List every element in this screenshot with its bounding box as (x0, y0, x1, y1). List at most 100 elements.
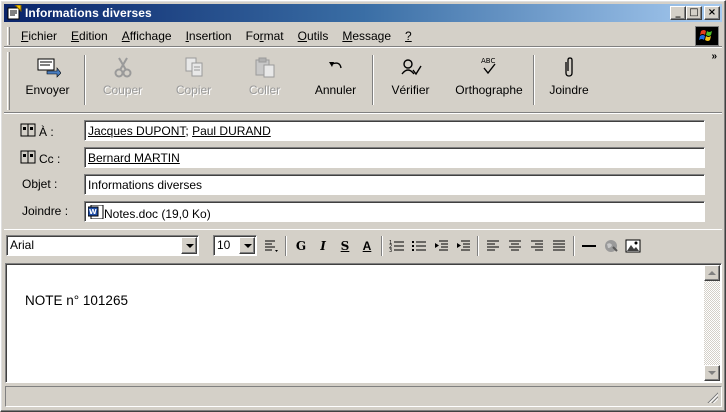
send-icon (37, 58, 61, 78)
cc-label[interactable]: Cc : (20, 150, 60, 167)
copy-label: Copier (175, 83, 212, 97)
justify-icon (553, 240, 565, 250)
send-button[interactable]: Envoyer (12, 49, 83, 109)
to-field[interactable]: Jacques DUPONT; Paul DURAND (84, 120, 705, 141)
underline-button[interactable]: S (334, 235, 356, 257)
cut-button[interactable]: Couper (87, 49, 158, 109)
menu-fichier[interactable]: Fichier (14, 27, 64, 45)
italic-button[interactable]: I (312, 235, 334, 257)
menu-help[interactable]: ? (398, 27, 419, 45)
increase-indent-button[interactable] (452, 235, 474, 257)
align-center-button[interactable] (504, 235, 526, 257)
spelling-label: Orthographe (455, 83, 523, 97)
menu-edition[interactable]: Edition (64, 27, 115, 45)
address-book-icon (20, 150, 36, 167)
size-value: 10 (217, 238, 231, 252)
menu-outils[interactable]: Outils (291, 27, 336, 45)
new-message-icon (6, 4, 22, 21)
menu-grip[interactable] (7, 26, 10, 45)
attach-label: Joindre (549, 83, 589, 97)
copy-button[interactable]: Copier (158, 49, 229, 109)
attach-button[interactable]: Joindre (536, 49, 602, 109)
align-center-icon (509, 240, 521, 250)
toolbar: Envoyer Couper Copier Coller Annuler Vér… (4, 49, 722, 113)
decrease-indent-button[interactable] (430, 235, 452, 257)
attach-row: Joindre : W Notes.doc (19,0 Ko) (4, 198, 722, 225)
recipient[interactable]: Paul DURAND (192, 124, 271, 138)
scroll-up-button[interactable] (704, 265, 720, 281)
compose-window: Informations diverses _ □ × Fichier Edit… (0, 0, 726, 412)
attach-field[interactable]: W Notes.doc (19,0 Ko) (84, 201, 705, 222)
menu-bar: Fichier Edition Affichage Insertion Form… (4, 25, 722, 47)
resize-grip-icon[interactable] (706, 391, 718, 403)
message-header: À : Jacques DUPONT; Paul DURAND Cc : Ber… (4, 117, 722, 225)
picture-icon (625, 239, 641, 252)
horizontal-line-button[interactable] (578, 235, 600, 257)
bulleted-list-icon (412, 240, 426, 251)
undo-button[interactable]: Annuler (300, 49, 371, 109)
scissors-icon (114, 57, 131, 78)
font-select[interactable]: Arial (6, 235, 199, 256)
bulleted-list-button[interactable] (408, 235, 430, 257)
justify-button[interactable] (548, 235, 570, 257)
scroll-down-button[interactable] (704, 365, 720, 381)
format-separator (477, 235, 479, 256)
menu-message[interactable]: Message (335, 27, 398, 45)
subject-label: Objet : (22, 177, 58, 191)
close-button[interactable]: × (704, 6, 720, 20)
globe-link-icon (605, 239, 618, 252)
message-body-editor[interactable]: NOTE n° 101265 (5, 263, 722, 383)
recipient[interactable]: Bernard MARTIN (88, 151, 180, 165)
attachment-name[interactable]: Notes.doc (19,0 Ko) (104, 207, 211, 221)
font-value: Arial (10, 238, 35, 252)
svg-text:W: W (89, 208, 97, 216)
cut-label: Couper (102, 83, 143, 97)
title-bar[interactable]: Informations diverses _ □ × (4, 4, 722, 22)
format-separator (285, 235, 287, 256)
align-right-icon (531, 240, 543, 250)
align-left-icon (487, 240, 499, 250)
window-title: Informations diverses (25, 6, 152, 20)
recipient[interactable]: Jacques DUPONT (88, 124, 185, 138)
font-color-button[interactable]: A (356, 235, 378, 257)
check-names-label: Vérifier (391, 83, 430, 97)
spelling-button[interactable]: ABC Orthographe (446, 49, 532, 109)
spelling-icon: ABC (481, 57, 496, 75)
cc-row: Cc : Bernard MARTIN (4, 144, 722, 171)
align-left-button[interactable] (482, 235, 504, 257)
cc-field[interactable]: Bernard MARTIN (84, 147, 705, 168)
subject-field[interactable]: Informations diverses (84, 174, 705, 195)
to-label[interactable]: À : (20, 123, 54, 140)
size-select[interactable]: 10 (213, 235, 257, 256)
font-dropdown-button[interactable] (181, 237, 197, 254)
decrease-indent-icon (435, 240, 448, 250)
paragraph-style-icon (265, 240, 278, 252)
status-bar (5, 386, 722, 407)
paste-button[interactable]: Coller (229, 49, 300, 109)
align-right-button[interactable] (526, 235, 548, 257)
formatting-toolbar: Arial 10 G I S A 1 2 3 (4, 229, 722, 261)
paragraph-style-button[interactable] (260, 235, 282, 257)
maximize-button[interactable]: □ (686, 6, 702, 20)
minimize-button[interactable]: _ (670, 6, 686, 20)
svg-text:ABC: ABC (481, 57, 495, 65)
message-body-text[interactable]: NOTE n° 101265 (25, 293, 128, 308)
increase-indent-icon (457, 240, 470, 250)
bold-button[interactable]: G (290, 235, 312, 257)
vertical-scrollbar[interactable] (704, 265, 720, 381)
windows-logo-icon (695, 26, 719, 46)
check-names-button[interactable]: Vérifier (375, 49, 446, 109)
toolbar-overflow-button[interactable]: » (711, 51, 717, 62)
numbered-list-button[interactable]: 1 2 3 (386, 235, 408, 257)
insert-link-button[interactable] (600, 235, 622, 257)
menu-format[interactable]: Format (239, 27, 291, 45)
undo-icon (328, 62, 342, 69)
format-separator (381, 235, 383, 256)
undo-label: Annuler (314, 83, 357, 97)
menu-insertion[interactable]: Insertion (179, 27, 239, 45)
toolbar-grip[interactable] (7, 52, 10, 110)
menu-affichage[interactable]: Affichage (115, 27, 179, 45)
size-dropdown-button[interactable] (239, 237, 255, 254)
toolbar-separator (372, 55, 374, 105)
insert-picture-button[interactable] (622, 235, 644, 257)
